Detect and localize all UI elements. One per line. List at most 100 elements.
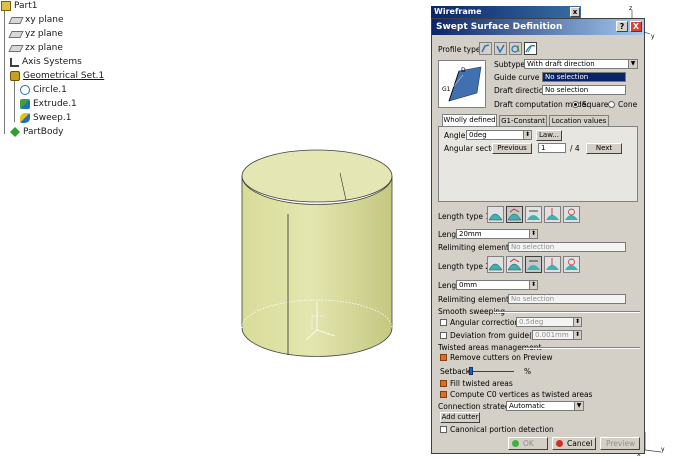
guide-curve-field[interactable]: No selection xyxy=(542,72,626,82)
wireframe-toolbar[interactable]: Wireframe x xyxy=(431,6,581,18)
tree-item-label: xy plane xyxy=(25,15,64,25)
explicit-profile-icon xyxy=(481,44,490,53)
part-icon xyxy=(1,1,11,11)
profile-explicit-button[interactable] xyxy=(479,42,492,55)
length1-spinner-icon[interactable]: ⬍ xyxy=(529,230,537,238)
dialog-title: Swept Surface Definition xyxy=(436,22,563,32)
ok-icon xyxy=(512,440,519,447)
tree-item-label: PartBody xyxy=(23,127,64,137)
tree-item-geometrical-set[interactable]: Geometrical Set.1 xyxy=(10,70,104,82)
fill-twisted-checkbox[interactable] xyxy=(440,380,447,387)
angle-field[interactable]: 0deg ⬍ xyxy=(466,130,532,140)
draft-preview-icon: D G1 xyxy=(442,66,482,102)
setback-slider-track[interactable] xyxy=(468,371,514,372)
length-type2-standard2-button[interactable] xyxy=(525,256,542,273)
sector-field[interactable]: 1 xyxy=(538,143,566,153)
tree-item-zx-plane[interactable]: zx plane xyxy=(8,42,63,54)
length-from-curve-icon xyxy=(507,258,522,271)
deviation-spinner-icon[interactable]: ⬍ xyxy=(573,331,581,339)
tree-item-yz-plane[interactable]: yz plane xyxy=(8,28,63,40)
length-type1-standard-button[interactable] xyxy=(487,206,504,223)
deviation-checkbox[interactable] xyxy=(440,332,447,339)
extrude-icon xyxy=(20,99,30,109)
length2-field[interactable]: 0mm ⬍ xyxy=(456,280,538,290)
circle-profile-icon xyxy=(511,44,520,53)
relimiting2-field[interactable]: No selection xyxy=(508,294,626,304)
cone-label: Cone xyxy=(618,100,638,109)
angle-label: Angle: xyxy=(444,131,468,140)
length-type1-extremum-button[interactable] xyxy=(563,206,580,223)
length-type2-from-curve-button[interactable] xyxy=(506,256,523,273)
length-from-to-icon xyxy=(546,208,559,220)
length-standard2-icon xyxy=(527,260,540,270)
length-type2-extremum-button[interactable] xyxy=(563,256,580,273)
profile-conic-button[interactable] xyxy=(524,42,537,55)
length1-field[interactable]: 20mm ⬍ xyxy=(456,229,538,239)
preview-g1-label: G1 xyxy=(442,86,451,93)
draft-direction-field[interactable]: No selection xyxy=(542,85,626,95)
angular-correction-field[interactable]: 0.5deg ⬍ xyxy=(516,317,582,327)
length-standard-icon xyxy=(488,263,503,271)
subtype-dropdown[interactable]: With draft direction ▼ xyxy=(524,59,638,69)
length-type1-standard2-button[interactable] xyxy=(525,206,542,223)
add-cutter-button[interactable]: Add cutter xyxy=(440,412,480,423)
tree-item-sweep[interactable]: Sweep.1 xyxy=(20,112,71,124)
relimiting1-field[interactable]: No selection xyxy=(508,242,626,252)
tree-item-xy-plane[interactable]: xy plane xyxy=(8,14,64,26)
tree-item-partbody[interactable]: PartBody xyxy=(10,126,64,138)
compass-y-label: y xyxy=(651,33,655,40)
length-type2-standard-button[interactable] xyxy=(487,256,504,273)
canonical-checkbox[interactable] xyxy=(440,426,447,433)
length-type2-from-to-button[interactable] xyxy=(544,256,561,273)
deviation-value: 0.001mm xyxy=(535,331,569,339)
cone-radio[interactable] xyxy=(608,101,615,108)
setback-unit: % xyxy=(524,367,532,376)
length-type1-from-to-button[interactable] xyxy=(544,206,561,223)
tab-location-values[interactable]: Location values xyxy=(549,115,609,126)
setback-slider-thumb[interactable] xyxy=(469,367,473,375)
preview-button[interactable]: Preview xyxy=(600,437,640,450)
tree-item-circle[interactable]: Circle.1 xyxy=(20,84,67,96)
length-from-curve-icon xyxy=(507,208,522,221)
tree-item-label: yz plane xyxy=(25,29,63,39)
profile-circle-button[interactable] xyxy=(509,42,522,55)
tree-item-label: Sweep.1 xyxy=(33,113,72,123)
deviation-field[interactable]: 0.001mm ⬍ xyxy=(532,330,582,340)
compute-c0-checkbox[interactable] xyxy=(440,391,447,398)
length2-spinner-icon[interactable]: ⬍ xyxy=(529,281,537,289)
next-button[interactable]: Next xyxy=(586,143,622,154)
angular-correction-checkbox[interactable] xyxy=(440,319,447,326)
chevron-down-icon[interactable]: ▼ xyxy=(574,402,583,410)
profile-line-button[interactable] xyxy=(494,42,507,55)
tab-wholly-defined[interactable]: Wholly defined xyxy=(442,114,497,126)
cancel-button[interactable]: Cancel xyxy=(552,437,596,450)
angular-correction-spinner-icon[interactable]: ⬍ xyxy=(573,318,581,326)
dialog-title-bar[interactable]: Swept Surface Definition ? X xyxy=(432,19,644,35)
remove-cutters-checkbox[interactable] xyxy=(440,354,447,361)
tree-item-part1[interactable]: Part1 xyxy=(1,0,38,12)
law-button[interactable]: Law... xyxy=(536,130,562,141)
close-button[interactable]: X xyxy=(630,21,642,32)
square-radio[interactable] xyxy=(572,101,579,108)
profile-type-label: Profile type: xyxy=(438,45,483,54)
subtype-preview-image: D G1 xyxy=(438,60,486,108)
tree-item-label: Axis Systems xyxy=(22,57,82,67)
length-from-to-icon xyxy=(546,258,559,270)
3d-viewport-cylinder[interactable] xyxy=(230,140,410,370)
angle-spinner-icon[interactable]: ⬍ xyxy=(523,131,531,139)
length-type2-label: Length type 2: xyxy=(438,262,493,271)
tab-g1-constant[interactable]: G1-Constant xyxy=(499,115,547,126)
length-standard-icon xyxy=(488,213,503,221)
chevron-down-icon[interactable]: ▼ xyxy=(628,60,637,68)
connection-strategy-dropdown[interactable]: Automatic ▼ xyxy=(506,401,584,411)
length-type1-from-curve-button[interactable] xyxy=(506,206,523,223)
subtype-value: With draft direction xyxy=(527,60,595,68)
wireframe-close-button[interactable]: x xyxy=(570,7,580,17)
ok-button[interactable]: OK xyxy=(508,437,548,450)
connection-strategy-label: Connection strategy: xyxy=(438,402,517,411)
help-button[interactable]: ? xyxy=(616,21,628,32)
part-body-icon xyxy=(10,127,20,137)
tree-item-axis-systems[interactable]: Axis Systems xyxy=(10,56,82,68)
previous-button[interactable]: Previous xyxy=(492,143,532,154)
tree-item-extrude[interactable]: Extrude.1 xyxy=(20,98,77,110)
